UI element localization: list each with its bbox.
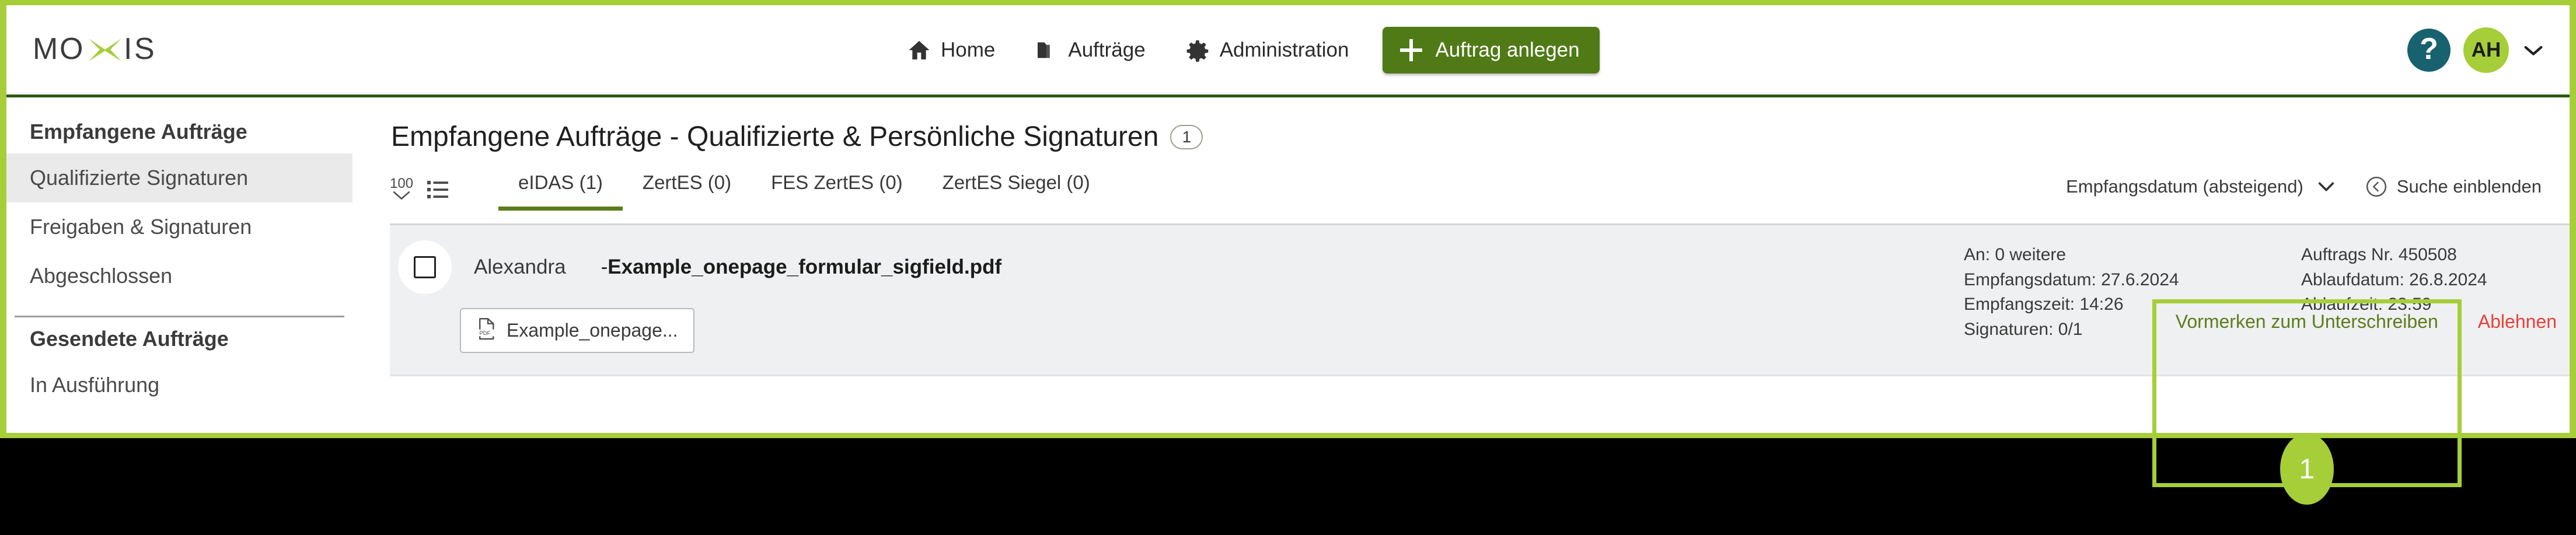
view-controls: 100	[390, 175, 449, 202]
sender-name: Alexandra	[474, 256, 566, 278]
chevron-down-icon	[393, 191, 410, 200]
document-filename: Example_onepage_formular_sigfield.pdf	[608, 256, 1002, 278]
nav-item-administration[interactable]: Administration	[1165, 30, 1369, 71]
gear-icon	[1185, 38, 1210, 62]
app-body: Empfangene Aufträge Qualifizierte Signat…	[6, 97, 2570, 433]
meta-receipt-date: Empfangsdatum: 27.6.2024	[1964, 270, 2179, 289]
toolbar-right: Empfangsdatum (absteigend) Suche einblen…	[2066, 176, 2542, 204]
toolbar-tabs-row: 100 eIDAS (1) ZertES (0) FES ZertES (0) …	[352, 153, 2570, 211]
svg-text:I: I	[124, 33, 132, 66]
svg-text:M: M	[33, 33, 58, 66]
home-icon	[907, 39, 931, 62]
table-row[interactable]: Alexandra -Example_onepage_formular_sigf…	[390, 223, 2570, 376]
row-main-column: Alexandra -Example_onepage_formular_sigf…	[390, 225, 1964, 375]
sidebar-divider	[15, 316, 344, 317]
svg-text:PDF: PDF	[479, 330, 490, 337]
nav-label-auftraege: Aufträge	[1068, 38, 1146, 61]
search-toggle-label: Suche einblenden	[2396, 176, 2542, 197]
avatar[interactable]: AH	[2463, 27, 2509, 73]
attachment-chip[interactable]: PDF Example_onepage...	[460, 308, 694, 353]
tab-zertes[interactable]: ZertES (0)	[623, 168, 751, 211]
list-view-icon[interactable]	[427, 180, 449, 200]
page-size-selector[interactable]: 100	[390, 175, 414, 202]
sidebar-group-title-gesendete: Gesendete Aufträge	[30, 327, 229, 351]
help-icon[interactable]: ?	[2407, 28, 2451, 72]
page-header: Empfangene Aufträge - Qualifizierte & Pe…	[352, 97, 2570, 153]
search-toggle-button[interactable]: Suche einblenden	[2365, 176, 2542, 198]
app-header: M O I S Home Aufträge Administration Auf…	[6, 5, 2570, 97]
nav-label-administration: Administration	[1219, 38, 1349, 61]
page-size-value: 100	[390, 175, 414, 191]
vormerken-zum-unterschreiben-button[interactable]: Vormerken zum Unterschreiben	[2156, 303, 2458, 341]
checkbox-icon	[414, 256, 436, 278]
moxis-logo-icon: M O I S	[33, 33, 155, 66]
sidebar-item-in-ausfuehrung[interactable]: In Ausführung	[6, 361, 352, 410]
tab-list: eIDAS (1) ZertES (0) FES ZertES (0) Zert…	[498, 168, 1110, 211]
sidebar-item-abgeschlossen[interactable]: Abgeschlossen	[6, 251, 352, 300]
attachment-chip-label: Example_onepage...	[507, 320, 678, 341]
sidebar: Empfangene Aufträge Qualifizierte Signat…	[6, 97, 352, 433]
row-header-line: Alexandra -Example_onepage_formular_sigf…	[390, 240, 1964, 294]
row-metadata: An: 0 weitere Empfangsdatum: 27.6.2024 E…	[1964, 225, 2570, 375]
meta-expiry-date: Ablaufdatum: 26.8.2024	[2301, 270, 2487, 289]
page-count-badge: 1	[1170, 124, 1203, 149]
sidebar-item-qualifizierte-signaturen[interactable]: Qualifizierte Signaturen	[6, 153, 352, 202]
tab-eidas[interactable]: eIDAS (1)	[498, 168, 623, 211]
meta-recipients: An: 0 weitere	[1964, 245, 2067, 264]
svg-text:O: O	[60, 33, 83, 66]
sort-selector[interactable]: Empfangsdatum (absteigend)	[2066, 176, 2336, 197]
annotation-step-badge: 1	[2280, 433, 2334, 505]
sort-label: Empfangsdatum (absteigend)	[2066, 176, 2303, 197]
nav-label-home: Home	[941, 38, 996, 61]
name-separator: -	[601, 256, 608, 278]
nav-item-auftraege[interactable]: Aufträge	[1015, 30, 1165, 70]
chevron-down-icon[interactable]	[2522, 43, 2545, 58]
app-viewport: M O I S Home Aufträge Administration Auf…	[0, 0, 2576, 438]
circle-chevron-left-icon	[2366, 176, 2386, 197]
main-content: Empfangene Aufträge - Qualifizierte & Pe…	[352, 97, 2570, 433]
create-auftrag-label: Auftrag anlegen	[1435, 38, 1580, 61]
moxis-logo[interactable]: M O I S	[33, 33, 179, 68]
main-navigation: Home Aufträge Administration Auftrag anl…	[888, 26, 1600, 74]
page-title: Empfangene Aufträge - Qualifizierte & Pe…	[391, 121, 1159, 152]
tab-fes-zertes[interactable]: FES ZertES (0)	[751, 168, 923, 211]
sidebar-item-freigaben-signaturen[interactable]: Freigaben & Signaturen	[6, 202, 352, 251]
row-select-checkbox[interactable]	[398, 240, 452, 294]
tab-zertes-siegel[interactable]: ZertES Siegel (0)	[923, 168, 1110, 211]
plus-icon	[1400, 39, 1423, 61]
header-user-area: ? AH	[2407, 27, 2545, 73]
folder-icon	[1035, 39, 1058, 62]
chevron-down-icon	[2318, 181, 2334, 191]
sidebar-group-title-empfangene: Empfangene Aufträge	[30, 120, 247, 144]
meta-order-number: Auftrags Nr. 450508	[2301, 245, 2457, 264]
nav-item-home[interactable]: Home	[888, 30, 1015, 70]
ablehnen-button[interactable]: Ablehnen	[2458, 303, 2561, 341]
row-actions: Vormerken zum Unterschreiben Ablehnen	[2156, 303, 2561, 341]
pdf-file-icon: PDF	[476, 317, 496, 344]
svg-text:S: S	[134, 33, 155, 66]
document-name: -Example_onepage_formular_sigfield.pdf	[601, 256, 1002, 279]
create-auftrag-button[interactable]: Auftrag anlegen	[1383, 26, 1600, 74]
